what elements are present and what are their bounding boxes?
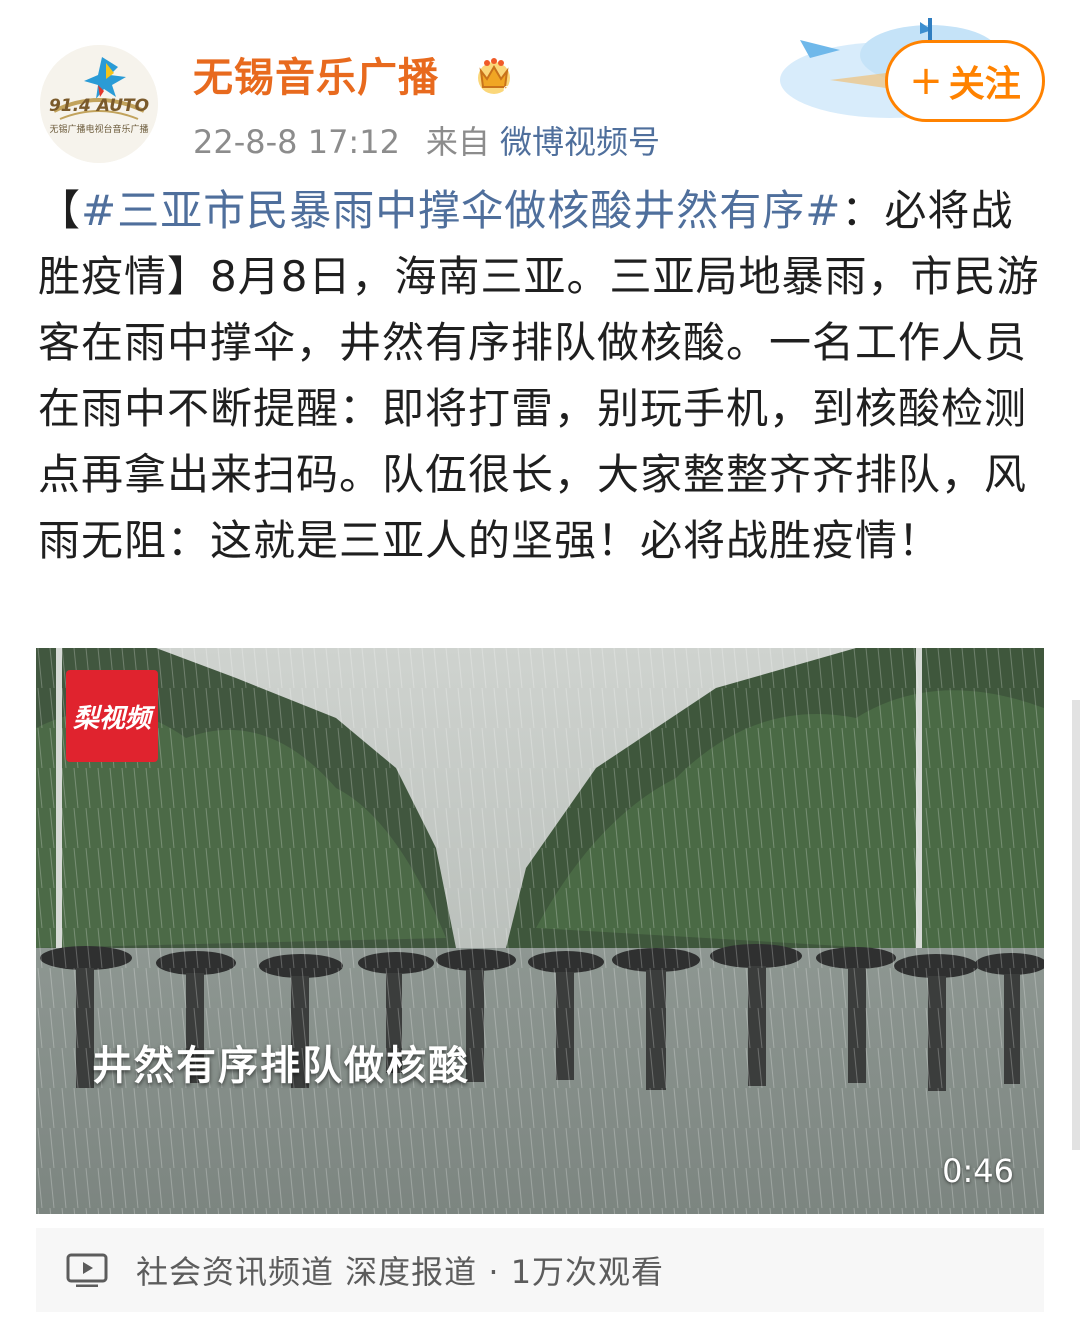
plus-icon: + <box>909 58 943 104</box>
follow-label: 关注 <box>948 64 1021 105</box>
video-caption: 井然有序排队做核酸 <box>92 1043 470 1089</box>
avatar-brand-text: 91.4 AUTO <box>48 96 150 116</box>
video-info-text: 社会资讯频道 深度报道 · 1万次观看 <box>136 1253 665 1291</box>
account-name[interactable]: 无锡音乐广播 <box>193 52 439 104</box>
video-play-icon <box>66 1253 108 1287</box>
scroll-edge <box>1072 700 1080 1150</box>
post-text: 【#三亚市民暴雨中撑伞做核酸井然有序#：必将战胜疫情】8月8日，海南三亚。三亚局… <box>38 178 1046 574</box>
video-info-bar[interactable]: 社会资讯频道 深度报道 · 1万次观看 <box>36 1228 1044 1312</box>
pear-video-logo: 梨视频 <box>66 670 158 762</box>
post-meta: 22-8-8 17:12 来自 微博视频号 <box>193 120 660 164</box>
timestamp: 22-8-8 17:12 <box>193 123 400 161</box>
topic-link[interactable]: #三亚市民暴雨中撑伞做核酸井然有序# <box>81 186 841 235</box>
source-prefix: 来自 <box>425 123 490 161</box>
crown-badge-icon: 6 <box>478 58 510 96</box>
post-body: ：必将战胜疫情】8月8日，海南三亚。三亚局地暴雨，市民游客在雨中撑伞，井然有序排… <box>38 186 1040 565</box>
video-thumbnail <box>36 648 1044 1214</box>
video-player[interactable]: 梨视频 井然有序排队做核酸 0:46 <box>36 648 1044 1214</box>
source-link[interactable]: 微博视频号 <box>500 123 660 161</box>
post-open-bracket: 【 <box>38 186 82 235</box>
follow-button[interactable]: + 关注 <box>885 40 1045 122</box>
svg-text:6: 6 <box>503 85 509 96</box>
video-duration: 0:46 <box>942 1152 1014 1190</box>
avatar-subtext: 无锡广播电视台音乐广播 <box>49 125 149 135</box>
